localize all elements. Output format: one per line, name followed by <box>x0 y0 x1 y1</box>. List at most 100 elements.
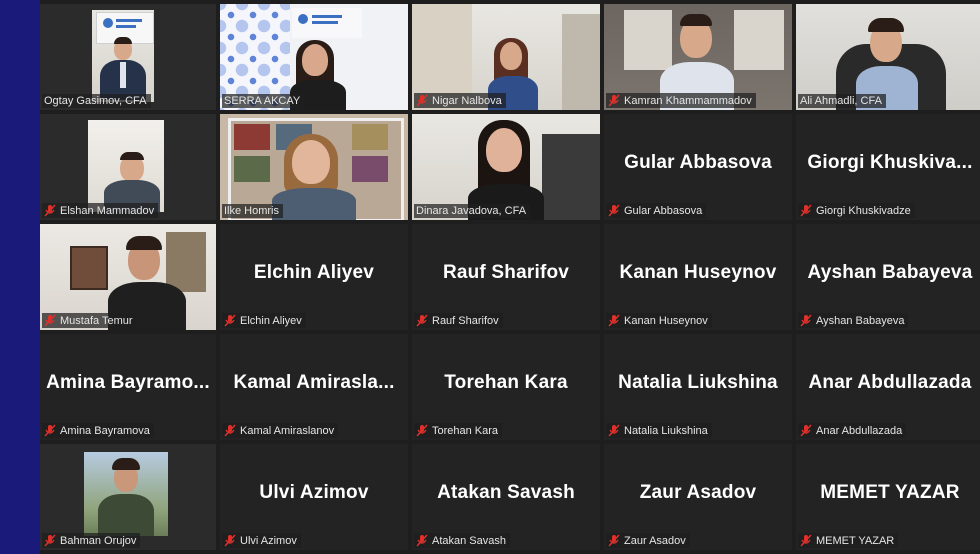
participant-tile[interactable]: Rauf Sharifov Rauf Sharifov <box>412 224 600 330</box>
participant-tile[interactable]: Kanan Huseynov Kanan Huseynov <box>604 224 792 330</box>
participant-display-name: Kamal Amirasla... <box>233 372 395 393</box>
mic-muted-icon <box>224 534 236 547</box>
participant-display-name: MEMET YAZAR <box>820 482 960 503</box>
participant-name: Ulvi Azimov <box>240 534 297 547</box>
participant-tile[interactable]: Anar Abdullazada Anar Abdullazada <box>796 334 980 440</box>
participant-tile-active-speaker[interactable]: SERRA AKCAY <box>220 4 408 110</box>
participant-tile[interactable]: Ali Ahmadli, CFA <box>796 4 980 110</box>
participant-name-label: Ilke Homris <box>222 204 284 218</box>
participant-tile[interactable]: Torehan Kara Torehan Kara <box>412 334 600 440</box>
participant-name-label: Kamal Amiraslanov <box>222 423 339 438</box>
participant-name: Natalia Liukshina <box>624 424 708 437</box>
participant-name: Ogtay Gasimov, CFA <box>44 95 147 107</box>
mic-muted-icon <box>608 94 620 107</box>
participant-name-label: Bahman Orujov <box>42 533 141 548</box>
participant-tile[interactable]: Bahman Orujov <box>40 444 216 550</box>
participant-display-name: Kanan Huseynov <box>619 262 777 283</box>
mic-muted-icon <box>224 314 236 327</box>
participant-tile[interactable]: Elshan Mammadov <box>40 114 216 220</box>
participant-name-label: MEMET YAZAR <box>798 533 899 548</box>
participant-name: Ilke Homris <box>224 205 280 217</box>
participant-name-label: Zaur Asadov <box>606 533 690 548</box>
participant-name: Kanan Huseynov <box>624 314 708 327</box>
participant-display-name: Atakan Savash <box>437 482 575 503</box>
participant-display-name: Torehan Kara <box>444 372 568 393</box>
participant-name: Elshan Mammadov <box>60 204 155 217</box>
mic-muted-icon <box>800 424 812 437</box>
mic-muted-icon <box>416 534 428 547</box>
mic-muted-icon <box>800 534 812 547</box>
participant-tile[interactable]: MEMET YAZAR MEMET YAZAR <box>796 444 980 550</box>
participant-tile[interactable]: Zaur Asadov Zaur Asadov <box>604 444 792 550</box>
participant-display-name: Ulvi Azimov <box>259 482 369 503</box>
participant-name-label: Dinara Javadova, CFA <box>414 204 531 218</box>
participant-name-label: Elchin Aliyev <box>222 313 306 328</box>
participant-tile[interactable]: Gular Abbasova Gular Abbasova <box>604 114 792 220</box>
participant-name: Gular Abbasova <box>624 204 703 217</box>
mic-muted-icon <box>44 204 56 217</box>
participant-display-name: Zaur Asadov <box>639 482 757 503</box>
participant-tile[interactable]: Elchin Aliyev Elchin Aliyev <box>220 224 408 330</box>
participant-tile[interactable]: Natalia Liukshina Natalia Liukshina <box>604 334 792 440</box>
participant-name: Dinara Javadova, CFA <box>416 205 527 217</box>
mic-muted-icon <box>44 534 56 547</box>
participant-name: Kamran Khammammadov <box>624 94 752 107</box>
participant-name: Nigar Nalbova <box>432 94 502 107</box>
participant-name-label: Kamran Khammammadov <box>606 93 756 108</box>
participant-tile[interactable]: Amina Bayramo... Amina Bayramova <box>40 334 216 440</box>
participant-name: Kamal Amiraslanov <box>240 424 335 437</box>
participant-name: MEMET YAZAR <box>816 534 895 547</box>
participant-name-label: Giorgi Khuskivadze <box>798 203 915 218</box>
mic-muted-icon <box>416 424 428 437</box>
participant-name-label: Gular Abbasova <box>606 203 707 218</box>
participant-tile[interactable]: Giorgi Khuskiva... Giorgi Khuskivadze <box>796 114 980 220</box>
participant-name-label: Ali Ahmadli, CFA <box>798 94 886 108</box>
participant-tile[interactable]: Ulvi Azimov Ulvi Azimov <box>220 444 408 550</box>
participant-name-label: Ogtay Gasimov, CFA <box>42 94 151 108</box>
participant-tile[interactable]: Ogtay Gasimov, CFA <box>40 4 216 110</box>
participant-tile[interactable]: Atakan Savash Atakan Savash <box>412 444 600 550</box>
participant-name: Bahman Orujov <box>60 534 137 547</box>
mic-muted-icon <box>44 424 56 437</box>
participant-name-label: SERRA AKCAY <box>222 94 305 108</box>
mic-muted-icon <box>608 534 620 547</box>
participant-name: SERRA AKCAY <box>224 95 301 107</box>
participant-name-label: Natalia Liukshina <box>606 423 712 438</box>
participant-name-label: Elshan Mammadov <box>42 203 159 218</box>
participant-name: Rauf Sharifov <box>432 314 499 327</box>
participant-tile[interactable]: Nigar Nalbova <box>412 4 600 110</box>
participant-display-name: Giorgi Khuskiva... <box>807 152 973 173</box>
participant-name-label: Amina Bayramova <box>42 423 154 438</box>
participant-name: Giorgi Khuskivadze <box>816 204 911 217</box>
mic-muted-icon <box>608 204 620 217</box>
participant-name: Mustafa Temur <box>60 314 133 327</box>
participant-name: Zaur Asadov <box>624 534 686 547</box>
participant-name: Ayshan Babayeva <box>816 314 905 327</box>
participant-tile[interactable]: Ilke Homris <box>220 114 408 220</box>
mic-muted-icon <box>416 94 428 107</box>
participant-tile[interactable]: Kamran Khammammadov <box>604 4 792 110</box>
participant-name: Torehan Kara <box>432 424 499 437</box>
participant-name: Anar Abdullazada <box>816 424 903 437</box>
participant-display-name: Amina Bayramo... <box>46 372 210 393</box>
participant-tile[interactable]: Ayshan Babayeva Ayshan Babayeva <box>796 224 980 330</box>
participant-name-label: Ayshan Babayeva <box>798 313 909 328</box>
mic-muted-icon <box>416 314 428 327</box>
mic-muted-icon <box>224 424 236 437</box>
participant-display-name: Natalia Liukshina <box>618 372 778 393</box>
participant-name-label: Anar Abdullazada <box>798 423 907 438</box>
participant-name-label: Mustafa Temur <box>42 313 137 328</box>
participant-tile[interactable]: Dinara Javadova, CFA <box>412 114 600 220</box>
mic-muted-icon <box>800 314 812 327</box>
participant-grid: Ogtay Gasimov, CFA SERRA AKCAY Nigar Nal… <box>40 4 980 554</box>
participant-display-name: Ayshan Babayeva <box>807 262 973 283</box>
video-gallery: Ogtay Gasimov, CFA SERRA AKCAY Nigar Nal… <box>40 0 980 554</box>
participant-tile[interactable]: Kamal Amirasla... Kamal Amiraslanov <box>220 334 408 440</box>
participant-display-name: Gular Abbasova <box>624 152 772 173</box>
participant-name-label: Atakan Savash <box>414 533 510 548</box>
participant-name-label: Torehan Kara <box>414 423 503 438</box>
participant-tile[interactable]: Mustafa Temur <box>40 224 216 330</box>
participant-display-name: Anar Abdullazada <box>808 372 972 393</box>
participant-name: Ali Ahmadli, CFA <box>800 95 882 107</box>
mic-muted-icon <box>608 314 620 327</box>
